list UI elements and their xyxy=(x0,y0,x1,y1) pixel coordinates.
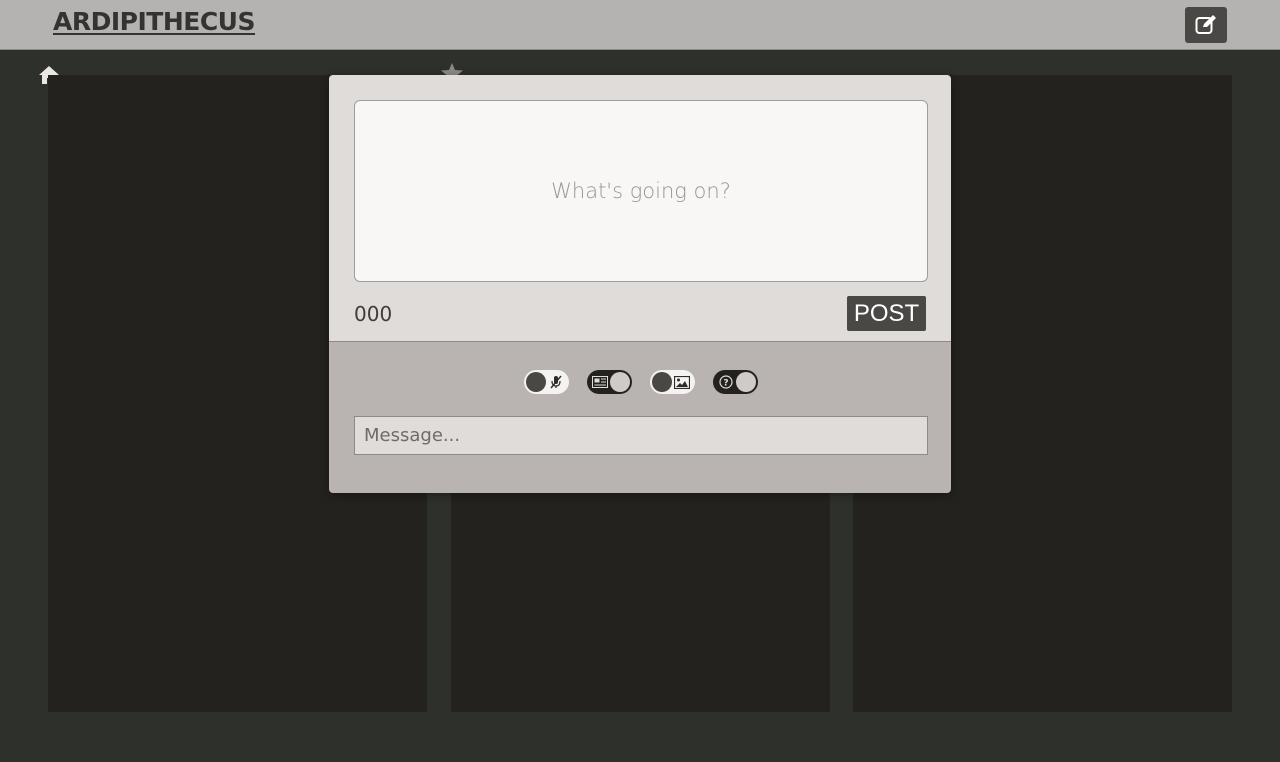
toggle-knob xyxy=(652,372,672,392)
mic-off-icon xyxy=(548,374,564,390)
image-toggle[interactable] xyxy=(650,370,695,394)
toggle-knob xyxy=(736,372,756,392)
post-button[interactable]: POST xyxy=(847,296,926,331)
newspaper-icon xyxy=(592,374,608,390)
question-toggle[interactable]: ? xyxy=(713,370,758,394)
post-textarea[interactable]: What's going on? xyxy=(354,100,928,282)
question-icon: ? xyxy=(718,374,734,390)
image-icon xyxy=(674,374,690,390)
compose-edit-icon xyxy=(1195,15,1216,34)
compose-top-panel: What's going on? 000 POST xyxy=(329,75,951,342)
compose-button[interactable] xyxy=(1185,7,1227,43)
character-count: 000 xyxy=(354,302,393,326)
mute-toggle[interactable] xyxy=(524,370,569,394)
newspaper-toggle[interactable] xyxy=(587,370,632,394)
compose-options-panel: ? xyxy=(329,342,951,493)
toggle-knob xyxy=(610,372,630,392)
toggle-knob xyxy=(526,372,546,392)
compose-modal: What's going on? 000 POST ? Message... xyxy=(329,75,951,493)
svg-text:?: ? xyxy=(723,379,728,389)
app-logo[interactable]: ARDIPITHECUS xyxy=(53,7,255,36)
message-input[interactable] xyxy=(354,416,928,455)
toggle-group: ? xyxy=(524,370,758,394)
header-bar: ARDIPITHECUS xyxy=(0,0,1280,50)
